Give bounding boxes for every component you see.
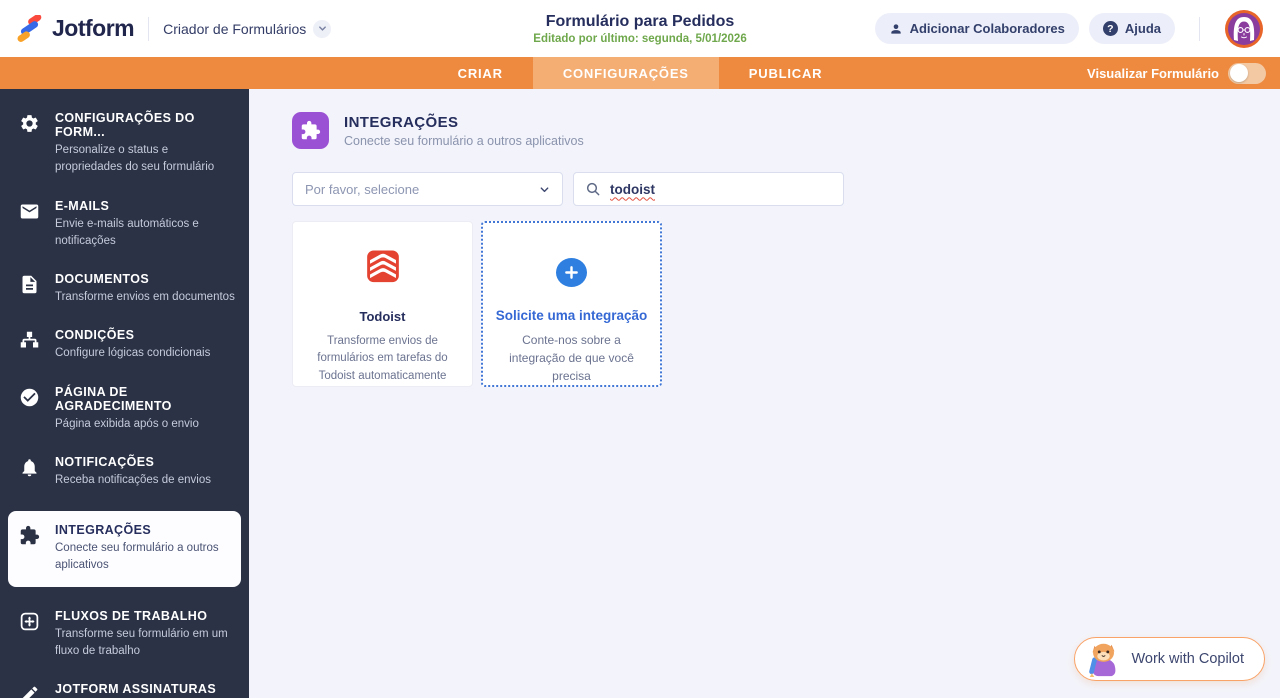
integration-card-title: Todoist: [360, 309, 406, 324]
conditions-icon: [19, 328, 42, 362]
plus-icon: [556, 258, 587, 287]
request-integration-title: Solicite uma integração: [496, 308, 648, 323]
page-title: Formulário para Pedidos: [546, 13, 734, 31]
bell-icon: [19, 455, 42, 489]
workflow-icon: [19, 609, 42, 661]
sidebar-item-pagina-de-agradecimento[interactable]: PÁGINA DE AGRADECIMENTO Página exibida a…: [0, 385, 249, 433]
sidebar-item-desc: Configure lógicas condicionais: [55, 345, 210, 362]
search-icon: [585, 181, 601, 197]
user-avatar[interactable]: [1224, 9, 1264, 49]
tab-configuracoes[interactable]: CONFIGURAÇÕES: [533, 57, 719, 89]
avatar-image: [1224, 9, 1264, 49]
category-select[interactable]: Por favor, selecione: [292, 172, 563, 206]
mode-tabbar: CRIAR CONFIGURAÇÕES PUBLICAR Visualizar …: [0, 57, 1280, 89]
sidebar-item-fluxos-de-trabalho[interactable]: FLUXOS DE TRABALHO Transforme seu formul…: [0, 609, 249, 661]
sidebar-item-title: NOTIFICAÇÕES: [55, 455, 211, 469]
sidebar-item-desc: Receba notificações de envios: [55, 472, 211, 489]
header-divider: [148, 17, 149, 41]
sidebar-item-desc: Conecte seu formulário a outros aplicati…: [55, 540, 231, 575]
question-mark-icon: ?: [1103, 21, 1118, 36]
integration-card-desc: Transforme envios de formulários em tare…: [305, 333, 460, 386]
sidebar-item-desc: Página exibida após o envio: [55, 416, 237, 433]
sidebar-item-notificacoes[interactable]: NOTIFICAÇÕES Receba notificações de envi…: [0, 455, 249, 489]
add-collaborators-label: Adicionar Colaboradores: [910, 21, 1065, 36]
category-select-placeholder: Por favor, selecione: [305, 182, 419, 197]
brand-wordmark: Jotform: [52, 15, 134, 42]
envelope-icon: [19, 199, 42, 251]
signature-pen-icon: [19, 682, 42, 698]
integration-card-todoist[interactable]: Todoist Transforme envios de formulários…: [292, 221, 473, 387]
product-switcher-label: Criador de Formulários: [163, 21, 306, 37]
person-icon: [889, 22, 903, 36]
copilot-cat-icon: [1085, 640, 1123, 678]
sidebar-item-desc: Transforme seu formulário em um fluxo de…: [55, 626, 237, 661]
last-edited-status: Editado por último: segunda, 5/01/2026: [533, 33, 746, 45]
sidebar-item-title: PÁGINA DE AGRADECIMENTO: [55, 385, 237, 413]
sidebar-item-desc: Transforme envios em documentos: [55, 289, 235, 306]
integration-search-input[interactable]: todoist: [573, 172, 844, 206]
document-icon: [19, 272, 42, 306]
settings-sidebar: CONFIGURAÇÕES DO FORM... Personalize o s…: [0, 89, 249, 698]
sidebar-item-title: CONFIGURAÇÕES DO FORM...: [55, 111, 237, 139]
todoist-logo-icon: [359, 249, 407, 284]
jotform-logo[interactable]: Jotform: [16, 15, 134, 42]
add-collaborators-button[interactable]: Adicionar Colaboradores: [875, 13, 1079, 44]
puzzle-icon: [19, 523, 42, 575]
sidebar-item-jotform-assinaturas[interactable]: JOTFORM ASSINATURAS Potencialize seus fo…: [0, 682, 249, 698]
product-switcher[interactable]: Criador de Formulários: [163, 20, 331, 38]
sidebar-item-desc: Personalize o status e propriedades do s…: [55, 142, 237, 177]
copilot-button[interactable]: Work with Copilot: [1074, 637, 1265, 681]
sidebar-item-emails[interactable]: E-MAILS Envie e-mails automáticos e noti…: [0, 199, 249, 251]
header-divider: [1199, 17, 1200, 41]
toggle-knob: [1230, 64, 1248, 82]
chevron-down-icon: [539, 184, 550, 195]
jotform-logo-icon: [16, 15, 43, 42]
app-header: Jotform Criador de Formulários Formulári…: [0, 0, 1280, 57]
sidebar-item-title: DOCUMENTOS: [55, 272, 235, 286]
sidebar-item-condicoes[interactable]: CONDIÇÕES Configure lógicas condicionais: [0, 328, 249, 362]
request-integration-desc: Conte-nos sobre a integração de que você…: [495, 331, 648, 385]
tab-criar[interactable]: CRIAR: [428, 57, 533, 89]
preview-toggle[interactable]: [1228, 63, 1266, 84]
sidebar-item-integracoes[interactable]: INTEGRAÇÕES Conecte seu formulário a out…: [8, 511, 241, 587]
sidebar-item-title: FLUXOS DE TRABALHO: [55, 609, 237, 623]
chevron-down-icon: [313, 20, 331, 38]
help-label: Ajuda: [1125, 21, 1161, 36]
search-input-value: todoist: [610, 182, 655, 197]
sidebar-item-title: CONDIÇÕES: [55, 328, 210, 342]
help-button[interactable]: ? Ajuda: [1089, 13, 1175, 44]
check-circle-icon: [19, 385, 42, 433]
sidebar-item-documentos[interactable]: DOCUMENTOS Transforme envios em document…: [0, 272, 249, 306]
section-subtitle: Conecte seu formulário a outros aplicati…: [344, 134, 584, 148]
integrations-puzzle-icon: [292, 112, 329, 149]
sidebar-item-title: E-MAILS: [55, 199, 237, 213]
integrations-panel: INTEGRAÇÕES Conecte seu formulário a out…: [249, 89, 1280, 698]
copilot-button-label: Work with Copilot: [1131, 651, 1244, 667]
sidebar-item-title: INTEGRAÇÕES: [55, 523, 231, 537]
sidebar-item-desc: Envie e-mails automáticos e notificações: [55, 216, 237, 251]
tab-publicar[interactable]: PUBLICAR: [719, 57, 853, 89]
request-integration-card[interactable]: Solicite uma integração Conte-nos sobre …: [481, 221, 662, 387]
gear-icon: [19, 111, 42, 177]
sidebar-item-title: JOTFORM ASSINATURAS: [55, 682, 230, 696]
preview-toggle-label: Visualizar Formulário: [1087, 66, 1219, 81]
section-title: INTEGRAÇÕES: [344, 114, 584, 131]
sidebar-item-configuracoes-do-formulario[interactable]: CONFIGURAÇÕES DO FORM... Personalize o s…: [0, 111, 249, 177]
